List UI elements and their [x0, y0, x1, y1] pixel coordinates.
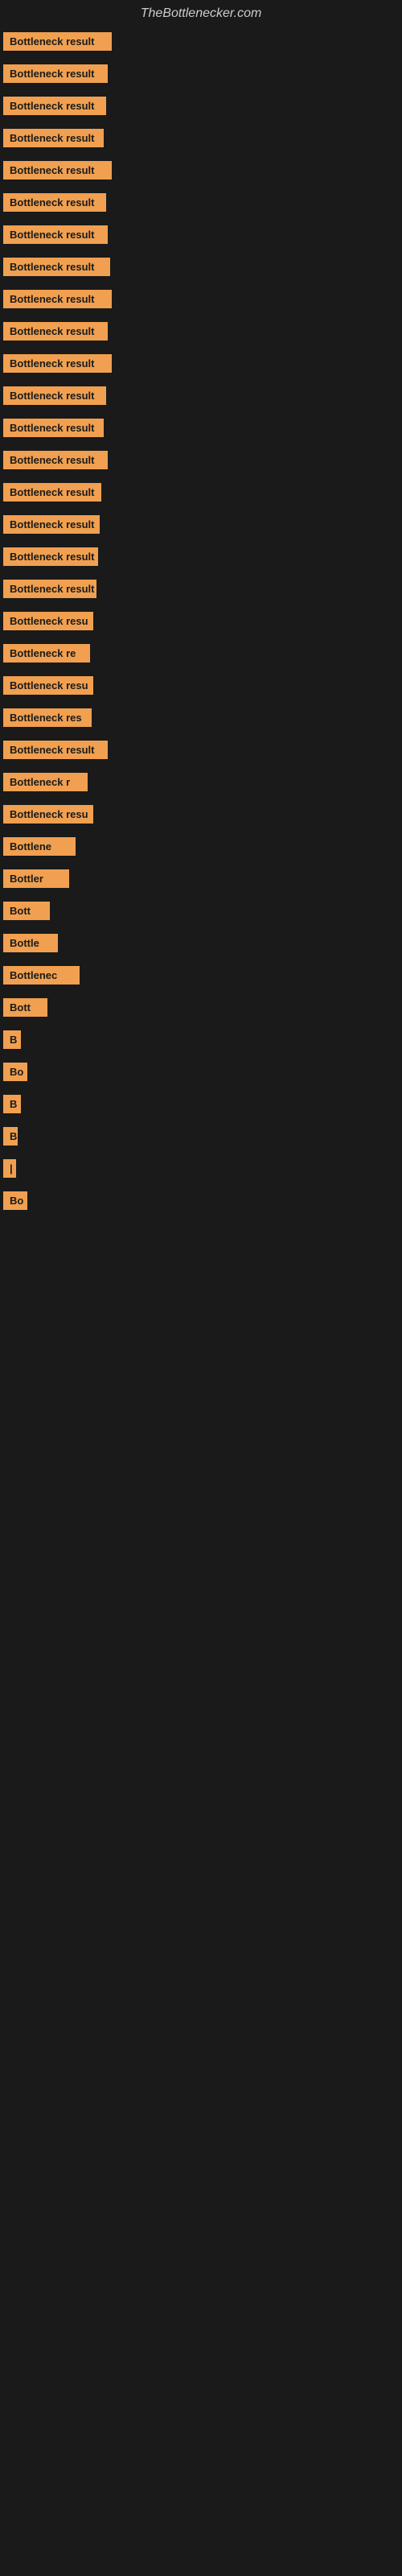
bottleneck-bar: Bottleneck result: [3, 547, 98, 566]
bottleneck-bar: Bottleneck res: [3, 708, 92, 727]
bar-row: Bo: [0, 1058, 402, 1090]
bottleneck-bar: B: [3, 1030, 21, 1049]
bottleneck-bar: Bott: [3, 902, 50, 920]
bar-row: Bottleneck resu: [0, 800, 402, 832]
bar-row: Bottlene: [0, 832, 402, 865]
bar-row: Bottleneck result: [0, 60, 402, 92]
bottleneck-bar: Bo: [3, 1191, 27, 1210]
bar-row: B: [0, 1090, 402, 1122]
bar-row: Bott: [0, 897, 402, 929]
bar-row: Bo: [0, 1187, 402, 1219]
bar-row: Bottleneck result: [0, 92, 402, 124]
bottleneck-bar: Bottleneck result: [3, 129, 104, 147]
bar-row: Bottleneck result: [0, 510, 402, 543]
bottleneck-bar: Bottleneck result: [3, 193, 106, 212]
bottleneck-bar: Bottle: [3, 934, 58, 952]
bar-row: Bottleneck result: [0, 446, 402, 478]
bottleneck-bar: Bottleneck result: [3, 515, 100, 534]
bottleneck-bar: |: [3, 1159, 16, 1178]
bottleneck-bar: Bottleneck r: [3, 773, 88, 791]
bar-row: Bottleneck result: [0, 188, 402, 221]
bottleneck-bar: Bottleneck resu: [3, 676, 93, 695]
bottleneck-bar: Bottleneck result: [3, 741, 108, 759]
bar-row: Bottleneck result: [0, 221, 402, 253]
bottleneck-bar: Bottleneck resu: [3, 612, 93, 630]
bottleneck-bar: Bottleneck result: [3, 483, 101, 502]
bottleneck-bar: Bottleneck result: [3, 258, 110, 276]
bottleneck-bar: Bottleneck resu: [3, 805, 93, 824]
bottleneck-bar: Bottleneck result: [3, 290, 112, 308]
bar-row: Bottlenec: [0, 961, 402, 993]
bar-row: Bottleneck result: [0, 575, 402, 607]
bottleneck-bar: Bottleneck result: [3, 322, 108, 341]
bar-row: Bottler: [0, 865, 402, 897]
bottleneck-bar: Bottleneck result: [3, 97, 106, 115]
bottleneck-bar: Bottleneck result: [3, 161, 112, 180]
bottleneck-bar: Bottleneck result: [3, 64, 108, 83]
bottleneck-bar: Bottleneck result: [3, 419, 104, 437]
bottleneck-bar: Bottleneck result: [3, 225, 108, 244]
bar-row: Bottleneck result: [0, 317, 402, 349]
site-title: TheBottlenecker.com: [0, 0, 402, 27]
bar-row: B: [0, 1026, 402, 1058]
bar-row: Bottleneck result: [0, 478, 402, 510]
bar-row: Bottleneck result: [0, 124, 402, 156]
bottleneck-bar: Bottleneck re: [3, 644, 90, 663]
bottleneck-bar: B: [3, 1095, 21, 1113]
bottleneck-bar: Bottleneck result: [3, 32, 112, 51]
bar-row: Bottleneck res: [0, 704, 402, 736]
bar-row: Bottleneck result: [0, 382, 402, 414]
bar-row: Bottleneck result: [0, 543, 402, 575]
bar-row: Bottle: [0, 929, 402, 961]
bar-row: Bottleneck result: [0, 285, 402, 317]
bottleneck-bar: Bottleneck result: [3, 580, 96, 598]
bar-row: Bottleneck result: [0, 156, 402, 188]
bar-row: Bottleneck re: [0, 639, 402, 671]
bar-row: Bottleneck r: [0, 768, 402, 800]
bottleneck-bar: B: [3, 1127, 18, 1146]
bottleneck-bar: Bo: [3, 1063, 27, 1081]
bars-container: Bottleneck result Bottleneck result Bottle…: [0, 27, 402, 1219]
bar-row: Bottleneck result: [0, 27, 402, 60]
bottleneck-bar: Bottlenec: [3, 966, 80, 985]
bar-row: Bottleneck result: [0, 253, 402, 285]
bar-row: Bottleneck result: [0, 414, 402, 446]
bottleneck-bar: Bottleneck result: [3, 451, 108, 469]
bar-row: Bottleneck resu: [0, 671, 402, 704]
bar-row: Bottleneck result: [0, 349, 402, 382]
bar-row: B: [0, 1122, 402, 1154]
bar-row: Bottleneck result: [0, 736, 402, 768]
bar-row: Bott: [0, 993, 402, 1026]
bottleneck-bar: Bottleneck result: [3, 354, 112, 373]
bottleneck-bar: Bott: [3, 998, 47, 1017]
bottleneck-bar: Bottlene: [3, 837, 76, 856]
bar-row: |: [0, 1154, 402, 1187]
bottleneck-bar: Bottleneck result: [3, 386, 106, 405]
bottleneck-bar: Bottler: [3, 869, 69, 888]
bar-row: Bottleneck resu: [0, 607, 402, 639]
